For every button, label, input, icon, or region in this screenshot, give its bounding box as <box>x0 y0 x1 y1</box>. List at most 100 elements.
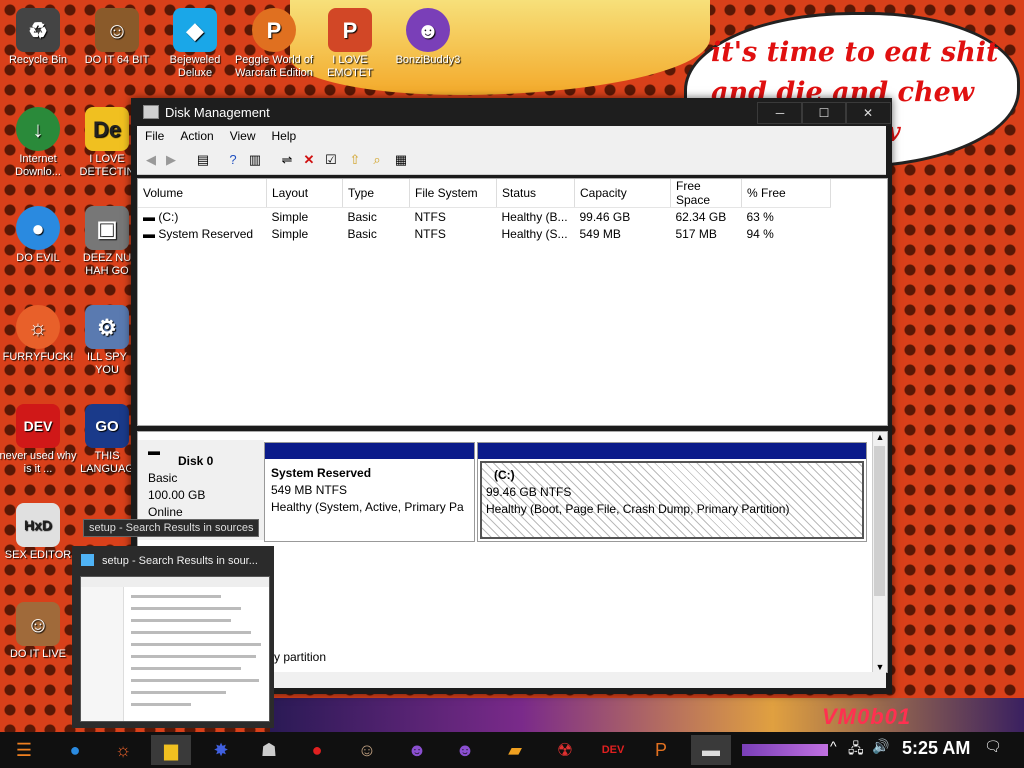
start-button[interactable]: ☰ <box>4 735 44 765</box>
firefox-icon: ☼ <box>16 305 60 349</box>
cell-free-space: 62.34 GB <box>675 209 727 224</box>
thumb-line <box>131 703 191 706</box>
powerpoint-icon: P <box>328 8 372 52</box>
bonzi-icon[interactable]: ☻ <box>397 735 437 765</box>
radiation-icon[interactable]: ☢ <box>545 735 585 765</box>
partition-system-reserved[interactable]: System Reserved 549 MB NTFS Healthy (Sys… <box>264 442 475 542</box>
taskbar: ☰ ● ☼ ▆ ✸ ☗ ● ☺ ☻ ☻ ▰ ☢ DEV P ▬ <box>0 732 1024 768</box>
minimize-button[interactable]: ─ <box>757 102 803 124</box>
devcpp-icon[interactable]: DEV <box>593 735 633 765</box>
chrome-icon[interactable]: ● <box>55 735 95 765</box>
column-header[interactable]: Status <box>496 179 575 208</box>
desktop-icon-detectin[interactable]: De I LOVE DETECTIN <box>77 107 137 179</box>
peggle-icon[interactable]: P <box>641 735 681 765</box>
disk-management-icon[interactable]: ▬ <box>691 735 731 765</box>
desktop-icon-chrome[interactable]: ● DO EVIL <box>0 206 78 265</box>
properties-icon[interactable]: ▤ <box>195 152 211 168</box>
desktop-icon-label: Bejeweled Deluxe <box>169 54 221 79</box>
desktop-icon-firefox[interactable]: ☼ FURRYFUCK! <box>0 305 78 364</box>
notification-icon[interactable]: 🗨 <box>984 738 1002 755</box>
preview-thumbnail[interactable] <box>80 576 270 722</box>
desktop-icon-bejeweled[interactable]: ◆ Bejeweled Deluxe <box>155 8 235 80</box>
desktop-icon-internet-download[interactable]: ↓ Internet Downlo... <box>0 107 78 179</box>
scroll-icon[interactable]: ▰ <box>495 735 535 765</box>
menu-help[interactable]: Help <box>264 126 305 143</box>
desktop-icon-hxd[interactable]: HxD SEX EDITOR <box>0 503 78 562</box>
table-row[interactable]: ▬ (C:) Simple Basic NTFS Healthy (B... 9… <box>138 208 831 226</box>
disk-type: Basic <box>148 471 178 485</box>
window-title: Disk Management <box>165 105 270 120</box>
cell-capacity: 549 MB <box>579 226 621 241</box>
desktop-icon-label: FURRYFUCK! <box>2 351 74 363</box>
taskbar-strip <box>742 744 828 756</box>
connect-icon[interactable]: ⇌ <box>279 152 295 168</box>
desktop-icon-do-it-64-bit[interactable]: ☺ DO IT 64 BIT <box>77 8 157 67</box>
desktop-icon-label: BonziBuddy3 <box>395 54 461 66</box>
column-header[interactable]: % Free <box>741 179 831 208</box>
menu-file[interactable]: File <box>137 126 172 143</box>
cell-volume: ▬ System Reserved <box>143 226 254 241</box>
mario-icon[interactable]: ● <box>297 735 337 765</box>
portrait-icon: ☺ <box>95 8 139 52</box>
desktop-icon-powerpoint[interactable]: P I LOVE EMOTET <box>310 8 390 80</box>
maximize-button[interactable]: ☐ <box>801 102 847 124</box>
menu-bar: File Action View Help <box>137 126 886 148</box>
column-header[interactable]: Free Space <box>670 179 742 208</box>
desktop-icon-do-it-live[interactable]: ☺ DO IT LIVE <box>0 602 78 661</box>
close-button[interactable]: ✕ <box>845 102 891 124</box>
desktop-icon-label: THIS LANGUAG <box>80 450 134 475</box>
column-header[interactable]: Capacity <box>574 179 671 208</box>
desktop-icon-deez[interactable]: ▣ DEEZ NU HAH GO <box>77 206 137 278</box>
forward-icon[interactable]: ▶ <box>163 152 179 168</box>
chevron-up-icon[interactable]: ^ <box>830 738 837 754</box>
back-icon[interactable]: ◀ <box>143 152 159 168</box>
menu-view[interactable]: View <box>222 126 264 143</box>
disk-icon: ▬ <box>148 444 160 458</box>
vertical-scrollbar[interactable]: ▲ ▼ <box>872 432 887 672</box>
thumb-line <box>131 643 261 646</box>
disk-name: Disk 0 <box>178 454 214 468</box>
check-icon[interactable]: ☑ <box>323 152 339 168</box>
table-row[interactable]: ▬ System Reserved Simple Basic NTFS Heal… <box>138 225 831 242</box>
desktop-icon-spy[interactable]: ⚙ ILL SPY YOU <box>77 305 137 377</box>
desktop-icon-recycle-bin[interactable]: ♻ Recycle Bin <box>0 8 78 67</box>
thumb-sidebar <box>81 587 124 721</box>
search-folder-icon[interactable]: ⌕ <box>369 152 385 168</box>
scroll-thumb[interactable] <box>874 446 885 596</box>
cell-filesystem: NTFS <box>414 226 446 241</box>
delete-icon[interactable]: ✕ <box>301 152 317 168</box>
cell-capacity: 99.46 GB <box>579 209 631 224</box>
volume-list: Volume Layout Type File System Status Ca… <box>137 178 888 426</box>
folder-up-icon[interactable]: ⇧ <box>347 152 363 168</box>
view-icon[interactable]: ▦ <box>393 152 409 168</box>
clock[interactable]: 5:25 AM <box>902 738 970 759</box>
desktop-icon-peggle[interactable]: P Peggle World of Warcraft Edition <box>232 8 316 80</box>
globe-icon[interactable]: ✸ <box>201 735 241 765</box>
file-explorer-icon[interactable]: ▆ <box>151 735 191 765</box>
cell-percent-free: 63 % <box>746 209 774 224</box>
bonzi-icon: ☻ <box>406 8 450 52</box>
title-bar[interactable]: Disk Management ─ ☐ ✕ <box>131 98 892 126</box>
download-manager-icon: ↓ <box>16 107 60 151</box>
column-header[interactable]: Type <box>342 179 410 208</box>
bonzi-icon[interactable]: ☻ <box>445 735 485 765</box>
portrait-icon[interactable]: ☺ <box>347 735 387 765</box>
legend-text: ry partition <box>270 650 327 664</box>
app-icon[interactable]: ☗ <box>249 735 289 765</box>
scroll-up-icon[interactable]: ▲ <box>873 432 887 442</box>
desktop-icon-bonzibuddy[interactable]: ☻ BonziBuddy3 <box>388 8 468 67</box>
firefox-icon[interactable]: ☼ <box>103 735 143 765</box>
column-header[interactable]: Layout <box>266 179 343 208</box>
partition-c[interactable]: (C:) 99.46 GB NTFS Healthy (Boot, Page F… <box>477 442 867 542</box>
column-header[interactable]: File System <box>409 179 497 208</box>
volume-icon[interactable]: 🔊 <box>872 738 889 755</box>
network-icon[interactable]: 🖧 <box>848 738 864 762</box>
help-icon[interactable]: ? <box>225 152 241 168</box>
menu-action[interactable]: Action <box>172 126 221 143</box>
desktop-icon-devcpp[interactable]: DEV never used why is it ... <box>0 404 78 476</box>
column-header[interactable]: Volume <box>138 179 267 208</box>
console-icon[interactable]: ▥ <box>247 152 263 168</box>
taskbar-preview[interactable]: setup - Search Results in sour... <box>72 546 274 728</box>
scroll-down-icon[interactable]: ▼ <box>873 662 887 672</box>
desktop-icon-go[interactable]: GO THIS LANGUAG <box>77 404 137 476</box>
